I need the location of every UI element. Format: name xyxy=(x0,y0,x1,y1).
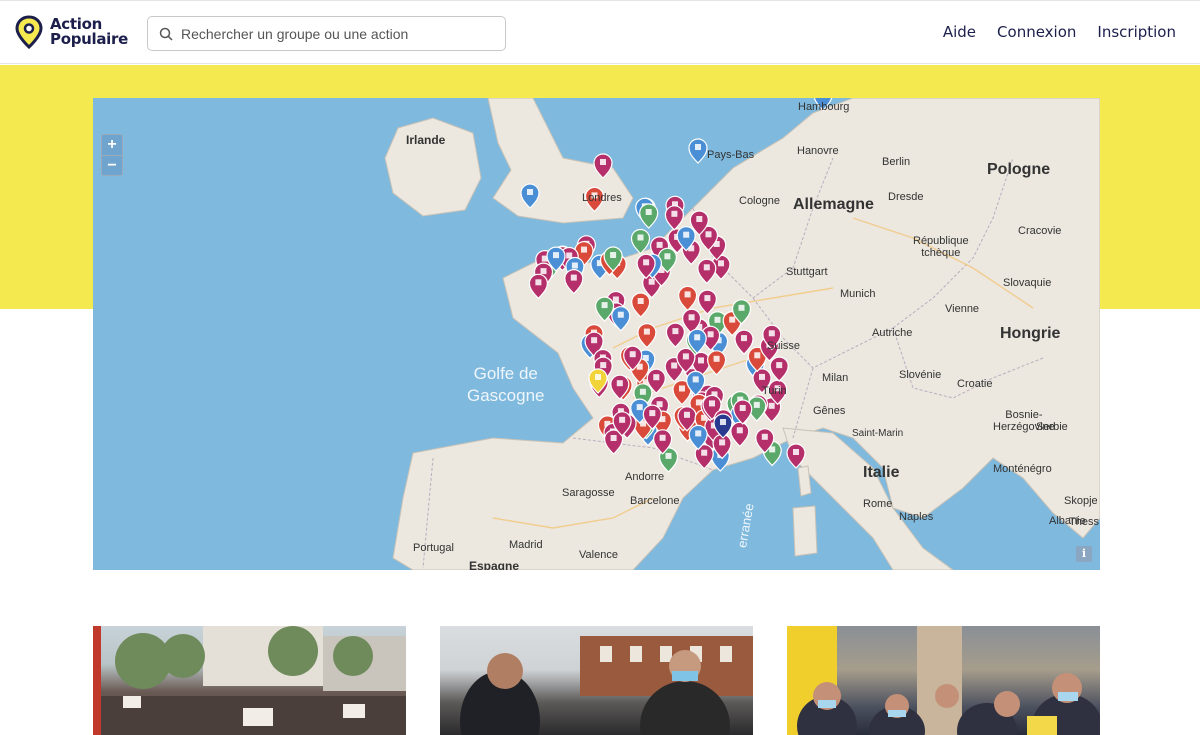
map-label-berlin: Berlin xyxy=(882,156,911,168)
top-navbar: Action Populaire Aide Connexion Inscript… xyxy=(0,0,1200,64)
map-label-stuttgart: Stuttgart xyxy=(786,266,828,278)
action-marker-pin[interactable] xyxy=(665,322,686,348)
event-card-photo[interactable] xyxy=(440,626,753,735)
action-marker-pin[interactable] xyxy=(593,153,613,179)
map-label-naples: Naples xyxy=(899,511,934,523)
map-label-dresde: Dresde xyxy=(888,191,924,203)
map-label-slovenie: Slovénie xyxy=(899,369,942,381)
action-marker-pin[interactable] xyxy=(528,273,548,300)
event-cards xyxy=(93,626,1100,735)
map-label-milan: Milan xyxy=(822,372,849,384)
map-label-andorre: Andorre xyxy=(625,471,665,483)
map-label-autriche: Autriche xyxy=(872,327,913,339)
top-nav: Aide Connexion Inscription xyxy=(943,23,1176,41)
action-marker-pin[interactable] xyxy=(769,356,789,382)
map-markers-layer xyxy=(520,98,833,473)
photo-militants xyxy=(787,626,1100,735)
action-marker-pin[interactable] xyxy=(730,421,750,448)
map-label-tcheque: tchèque xyxy=(921,247,961,259)
map-label-irlande: Irlande xyxy=(406,133,446,147)
nav-aide-link[interactable]: Aide xyxy=(943,23,976,41)
map-label-bosnie-1: Bosnie- xyxy=(1005,409,1043,421)
map-label-hongrie: Hongrie xyxy=(1000,325,1061,342)
map-label-suisse: Suisse xyxy=(767,340,801,352)
map-label-thess: Thess xyxy=(1069,516,1099,528)
map-label-londres: Londres xyxy=(582,192,622,204)
search-box[interactable] xyxy=(147,16,506,51)
map-label-saragosse: Saragosse xyxy=(562,487,615,499)
action-marker-pin[interactable] xyxy=(631,292,651,318)
logo[interactable]: Action Populaire xyxy=(14,15,128,49)
logo-text: Action Populaire xyxy=(50,17,128,47)
map-label-cologne: Cologne xyxy=(739,195,780,207)
map-label-madrid: Madrid xyxy=(509,539,543,551)
photo-tracts xyxy=(460,636,753,735)
map-info-button[interactable]: i xyxy=(1076,546,1092,562)
location-pin-logo-icon xyxy=(15,15,43,49)
map-label-espagne: Espagne xyxy=(469,559,520,570)
map-label-pologne: Pologne xyxy=(987,161,1051,178)
action-marker-pin[interactable] xyxy=(677,285,698,312)
action-marker-pin[interactable] xyxy=(639,203,659,229)
action-marker-pin[interactable] xyxy=(520,183,540,209)
event-card-photo[interactable] xyxy=(93,626,406,735)
map-label-croatie: Croatie xyxy=(957,378,993,390)
map-label-valence: Valence xyxy=(579,549,618,561)
action-marker-pin[interactable] xyxy=(786,443,806,469)
zoom-out-button[interactable]: − xyxy=(102,155,122,175)
action-marker-pin[interactable] xyxy=(697,289,718,315)
event-card-photo[interactable] xyxy=(787,626,1100,735)
map-label-slovaquie: Slovaquie xyxy=(1003,277,1052,289)
map-label-portugal: Portugal xyxy=(413,542,454,554)
map-label-rome: Rome xyxy=(863,498,893,510)
search-input[interactable] xyxy=(181,25,481,42)
action-marker-pin[interactable] xyxy=(706,350,727,376)
action-marker-pin[interactable] xyxy=(697,258,717,285)
actions-map[interactable]: Irlande Londres Pays-Bas Hambourg Hanovr… xyxy=(93,98,1100,570)
action-marker-pin[interactable] xyxy=(664,205,685,231)
map-label-serbie: Serbie xyxy=(1036,421,1068,433)
map-label-golfe-de-gascogne: Golfe de Gascogne xyxy=(467,363,545,407)
map-zoom-control: + − xyxy=(101,134,123,176)
action-marker-pin[interactable] xyxy=(630,228,651,255)
map-label-turin: Turin xyxy=(762,385,787,397)
map-label-skopje: Skopje xyxy=(1064,495,1098,507)
map-label-genes: Gênes xyxy=(813,405,846,417)
map-label-hambourg: Hambourg xyxy=(798,101,850,113)
nav-inscription-link[interactable]: Inscription xyxy=(1097,23,1176,41)
map-label-hanovre: Hanovre xyxy=(797,145,839,157)
action-marker-pin[interactable] xyxy=(688,138,708,164)
map-label-saint-marin: Saint-Marin xyxy=(852,428,904,439)
logo-line2: Populaire xyxy=(50,30,128,48)
map-label-montenegro: Monténégro xyxy=(993,463,1052,475)
map-label-republique-tcheque: République tchèque xyxy=(913,235,969,259)
action-marker-pin[interactable] xyxy=(564,269,584,295)
map-label-barcelone: Barcelone xyxy=(630,495,680,507)
map-label-allemagne: Allemagne xyxy=(793,196,874,213)
map-label-golfe-1: Golfe de xyxy=(473,364,538,383)
map-label-italie: Italie xyxy=(863,464,900,481)
map-label-pays-bas: Pays-Bas xyxy=(707,149,755,161)
photo-protest xyxy=(93,626,406,735)
map-label-vienne: Vienne xyxy=(945,303,980,315)
map-label-munich: Munich xyxy=(840,288,876,300)
map-label-golfe-2: Gascogne xyxy=(467,386,545,405)
map-label-republique: République xyxy=(913,235,969,247)
zoom-in-button[interactable]: + xyxy=(102,135,122,155)
action-marker-pin[interactable] xyxy=(637,323,657,349)
search-icon xyxy=(159,27,173,41)
map-label-cracovie: Cracovie xyxy=(1018,225,1062,237)
action-marker-pin[interactable] xyxy=(611,306,631,332)
nav-connexion-link[interactable]: Connexion xyxy=(997,23,1076,41)
